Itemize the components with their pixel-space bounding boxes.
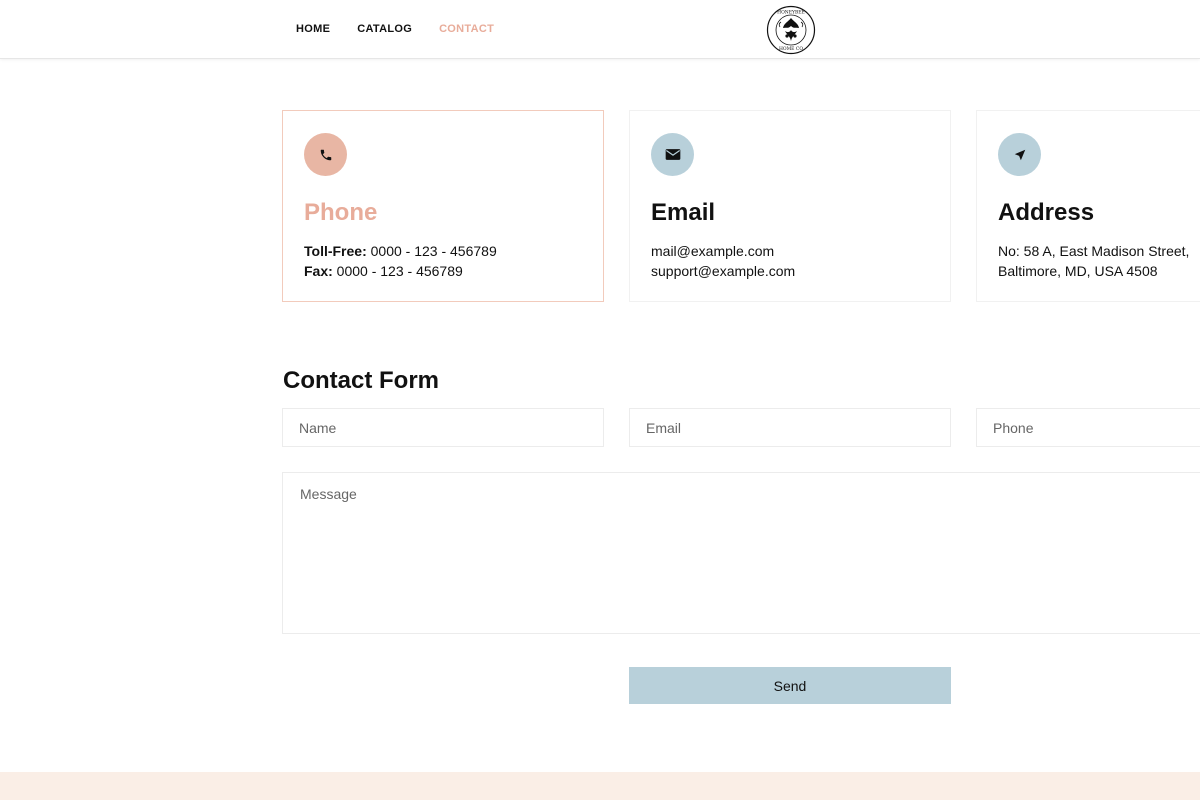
phone-input[interactable] [976,408,1200,447]
nav-contact[interactable]: CONTACT [439,23,494,35]
fax-line: Fax: 0000 - 123 - 456789 [304,261,497,281]
email-card: Email mail@example.com support@example.c… [629,110,951,302]
fax-label: Fax: [304,263,333,279]
logo-emblem: HONEYBEE HOME CO [766,5,816,55]
address-title: Address [998,199,1095,226]
address-details: No: 58 A, East Madison Street, Baltimore… [998,241,1189,281]
fax-value: 0000 - 123 - 456789 [332,263,463,279]
send-button[interactable]: Send [629,667,951,704]
phone-card: Phone Toll-Free: 0000 - 123 - 456789 Fax… [282,110,604,302]
email-details: mail@example.com support@example.com [651,241,795,281]
address-line-1: No: 58 A, East Madison Street, [998,243,1190,259]
email-line-2[interactable]: support@example.com [651,261,795,281]
site-logo[interactable]: HONEYBEE HOME CO [766,5,816,55]
nav-home[interactable]: HOME [296,23,330,35]
phone-title: Phone [304,199,378,226]
footer-band [0,772,1200,800]
toll-free-label: Toll-Free: [304,243,367,259]
email-icon-circle [651,133,694,176]
svg-text:HONEYBEE: HONEYBEE [777,10,805,16]
toll-free-line: Toll-Free: 0000 - 123 - 456789 [304,241,497,261]
svg-text:HOME CO: HOME CO [779,46,803,52]
envelope-icon [665,149,680,160]
phone-icon [320,149,331,160]
phone-icon-circle [304,133,347,176]
email-line-1[interactable]: mail@example.com [651,241,795,261]
address-line-2: Baltimore, MD, USA 4508 [998,263,1158,279]
contact-form-title: Contact Form [283,367,439,394]
site-header: HOME CATALOG CONTACT HONEYBEE HOME CO [0,0,1200,59]
address-card: Address No: 58 A, East Madison Street, B… [976,110,1200,302]
location-arrow-icon [1014,149,1025,160]
phone-details: Toll-Free: 0000 - 123 - 456789 Fax: 0000… [304,241,497,281]
toll-free-value: 0000 - 123 - 456789 [366,243,497,259]
email-title: Email [651,199,716,226]
main-nav: HOME CATALOG CONTACT [296,23,494,35]
name-input[interactable] [282,408,604,447]
message-textarea[interactable] [282,472,1200,634]
email-input[interactable] [629,408,951,447]
address-icon-circle [998,133,1041,176]
nav-catalog[interactable]: CATALOG [357,23,412,35]
